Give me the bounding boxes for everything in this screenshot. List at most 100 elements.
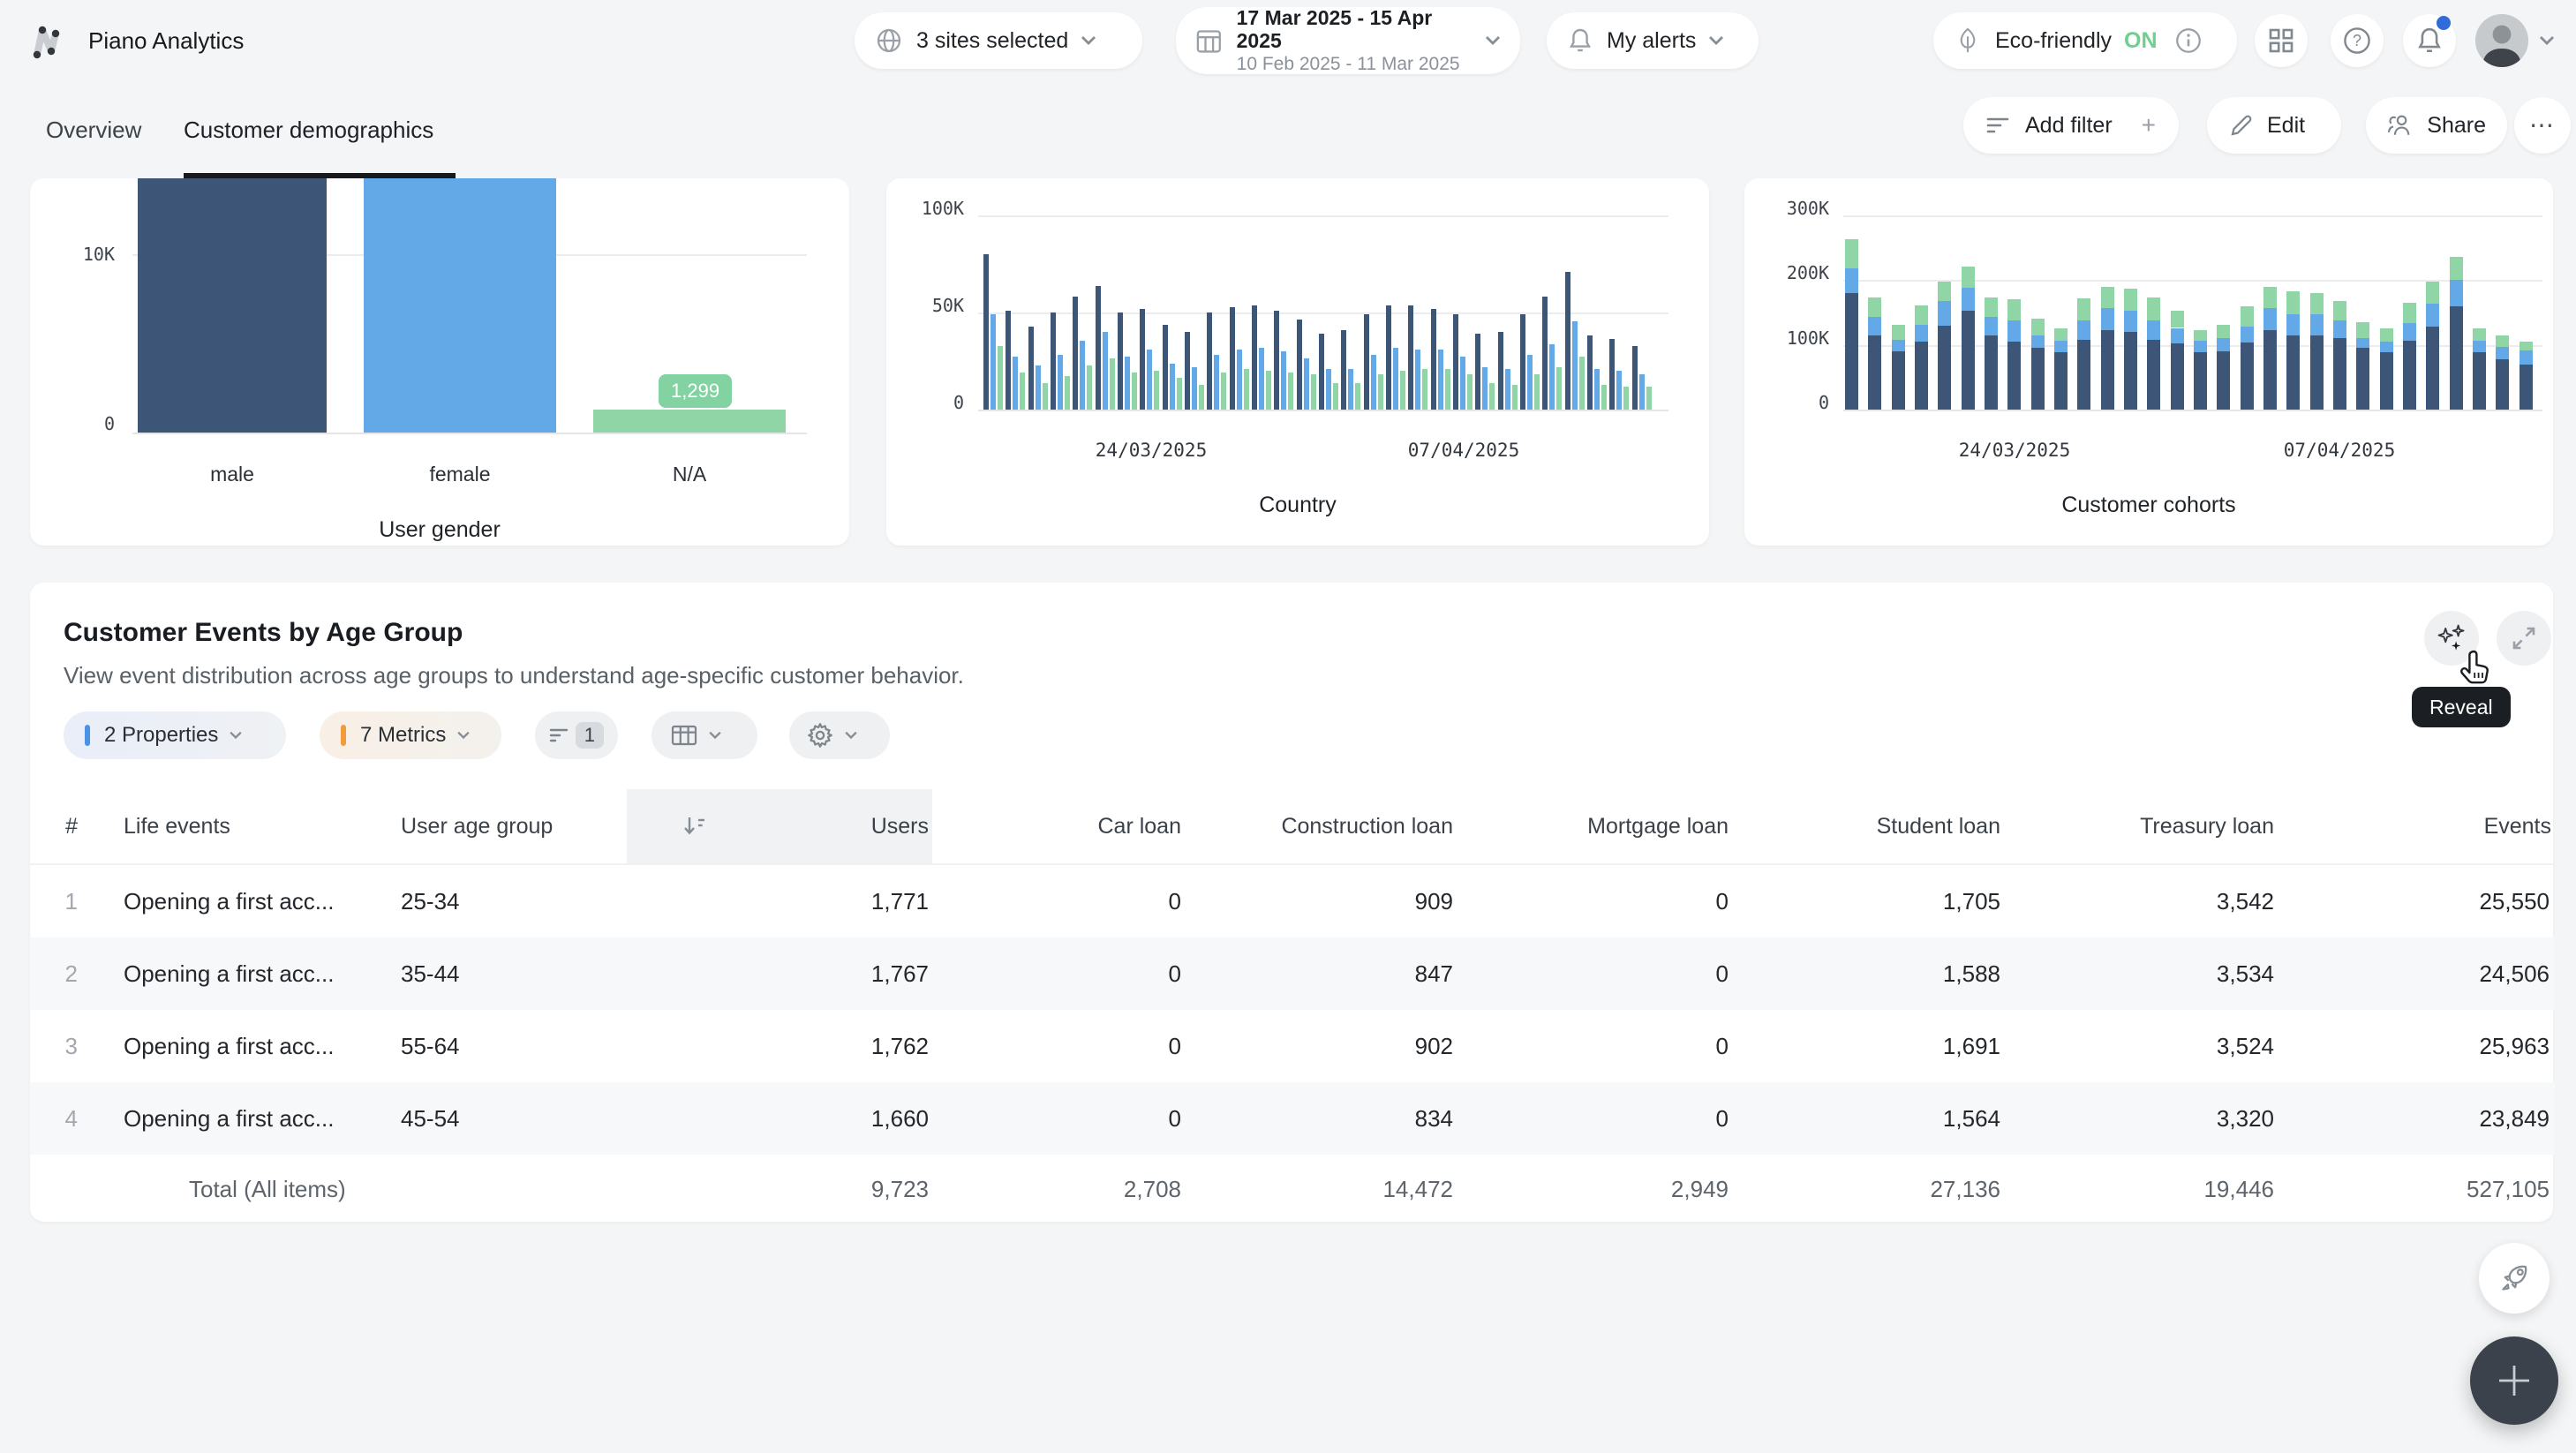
column-header-users-sorted[interactable]: Users <box>627 789 932 863</box>
eco-friendly-toggle[interactable]: Eco-friendly ON <box>1933 12 2237 69</box>
cell-mortgage-loan: 0 <box>1457 1082 1732 1155</box>
metrics-chip[interactable]: 7 Metrics <box>320 711 501 759</box>
column-header-user-age-group[interactable]: User age group <box>371 789 627 863</box>
column-header-construction-loan[interactable]: Construction loan <box>1185 789 1457 863</box>
bar-series-green <box>1601 385 1607 410</box>
stack-segment-series-green <box>1868 297 1881 317</box>
cell-car-loan: 0 <box>932 865 1185 937</box>
x-axis-tick-label: 24/03/2025 <box>1935 440 2094 461</box>
row-number: 1 <box>30 865 94 937</box>
rocket-button[interactable] <box>2479 1243 2550 1314</box>
share-button[interactable]: Share <box>2366 97 2507 154</box>
bar-series-blue <box>1415 350 1420 410</box>
stack-segment-series-navy <box>2241 343 2254 410</box>
y-axis-tick-label: 0 <box>893 394 964 411</box>
my-alerts-label: My alerts <box>1607 28 1696 54</box>
filter-count-chip[interactable]: 1 <box>535 711 618 759</box>
stack-segment-series-blue <box>2031 335 2045 349</box>
bar-series-green <box>1177 378 1182 410</box>
table-row[interactable]: 1Opening a first acc...25-341,771090901,… <box>30 865 2555 937</box>
edit-button[interactable]: Edit <box>2207 97 2341 154</box>
bar-series-navy <box>1118 312 1123 410</box>
total-spacer <box>30 1155 94 1223</box>
sites-selector[interactable]: 3 sites selected <box>855 12 1142 69</box>
chevron-down-icon <box>1485 35 1501 46</box>
stack-segment-series-green <box>2241 306 2254 327</box>
cell-construction-loan: 847 <box>1185 937 1457 1010</box>
bar-series-green <box>1623 387 1629 410</box>
apps-grid-button[interactable] <box>2255 14 2308 67</box>
column-header-life-events[interactable]: Life events <box>94 789 371 863</box>
table-row[interactable]: 2Opening a first acc...35-441,767084701,… <box>30 937 2555 1010</box>
piano-analytics-logo-icon <box>26 18 72 64</box>
bar-series-green <box>1422 369 1427 410</box>
apps-grid-icon <box>2269 28 2294 53</box>
row-number: 2 <box>30 937 94 1010</box>
column-header-events[interactable]: Events <box>2278 789 2555 863</box>
stack-segment-series-green <box>2286 291 2300 314</box>
y-axis-tick-label: 100K <box>1759 329 1829 347</box>
panel-customer-events: Customer Events by Age Group View event … <box>30 583 2553 1222</box>
total-treasury-loan: 19,446 <box>2004 1155 2278 1223</box>
bar-series-navy <box>1364 314 1369 410</box>
column-header-treasury-loan[interactable]: Treasury loan <box>2004 789 2278 863</box>
bar-series-blue <box>1170 364 1175 410</box>
table-view-chip[interactable] <box>652 711 757 759</box>
total-student-loan: 27,136 <box>1732 1155 2004 1223</box>
app-logo[interactable]: Piano Analytics <box>26 16 244 65</box>
cell-treasury-loan: 3,524 <box>2004 1010 2278 1082</box>
cell-mortgage-loan: 0 <box>1457 937 1732 1010</box>
bar-female <box>364 178 556 433</box>
properties-chip-label: 2 Properties <box>104 723 218 748</box>
bar-series-navy <box>1073 297 1078 410</box>
stack-segment-series-green <box>2473 328 2486 342</box>
avatar[interactable] <box>2475 14 2528 67</box>
column-header-label: Users <box>871 814 929 839</box>
date-range-selector[interactable]: 17 Mar 2025 - 15 Apr 2025 10 Feb 2025 - … <box>1176 7 1520 74</box>
bar-series-blue <box>1527 355 1533 410</box>
account-chevron-down-icon[interactable] <box>2539 35 2555 46</box>
stack-segment-series-green <box>2403 303 2416 323</box>
add-filter-button[interactable]: Add filter + <box>1963 97 2179 154</box>
column-header-index[interactable]: # <box>30 789 94 863</box>
cell-treasury-loan: 3,534 <box>2004 937 2278 1010</box>
bar-series-navy <box>1163 325 1168 410</box>
my-alerts-selector[interactable]: My alerts <box>1547 12 1759 69</box>
bar-series-navy <box>1609 339 1615 410</box>
bar-series-navy <box>1386 305 1391 410</box>
notifications-button[interactable] <box>2403 14 2456 67</box>
chart-card-user-gender: 10K0malefemaleN/A1,299User gender <box>30 178 849 546</box>
date-range-primary: 17 Mar 2025 - 15 Apr 2025 <box>1237 6 1473 52</box>
properties-chip[interactable]: 2 Properties <box>64 711 286 759</box>
cell-mortgage-loan: 0 <box>1457 865 1732 937</box>
stack-segment-series-green <box>2426 282 2439 304</box>
expand-button[interactable] <box>2497 611 2551 666</box>
total-car-loan: 2,708 <box>932 1155 1185 1223</box>
help-button[interactable]: ? <box>2331 14 2384 67</box>
more-options-button[interactable]: ⋯ <box>2514 97 2571 154</box>
column-header-car-loan[interactable]: Car loan <box>932 789 1185 863</box>
cell-events: 25,963 <box>2278 1010 2555 1082</box>
info-icon[interactable] <box>2175 27 2202 54</box>
gridline-300K <box>1843 215 2542 217</box>
cell-user-age-group: 35-44 <box>371 937 627 1010</box>
tab-customer-demographics[interactable]: Customer demographics <box>184 117 433 144</box>
stack-segment-series-green <box>2496 335 2509 347</box>
stack-segment-series-green <box>2124 289 2137 310</box>
table-row[interactable]: 4Opening a first acc...45-541,660083401,… <box>30 1082 2555 1155</box>
stack-segment-series-navy <box>2263 330 2277 410</box>
settings-chip[interactable] <box>789 711 890 759</box>
stack-segment-series-green <box>2450 257 2463 280</box>
table-row[interactable]: 3Opening a first acc...55-641,762090201,… <box>30 1010 2555 1082</box>
stack-segment-series-green <box>1845 239 1858 268</box>
tab-overview[interactable]: Overview <box>46 117 141 144</box>
stack-segment-series-blue <box>2263 308 2277 329</box>
column-header-student-loan[interactable]: Student loan <box>1732 789 2004 863</box>
leaf-icon <box>1955 26 1981 55</box>
add-button[interactable] <box>2470 1336 2558 1425</box>
column-header-mortgage-loan[interactable]: Mortgage loan <box>1457 789 1732 863</box>
category-label-male: male <box>102 463 362 486</box>
edit-label: Edit <box>2267 113 2305 139</box>
plus-icon <box>2497 1364 2531 1397</box>
bar-series-green <box>1020 373 1025 410</box>
